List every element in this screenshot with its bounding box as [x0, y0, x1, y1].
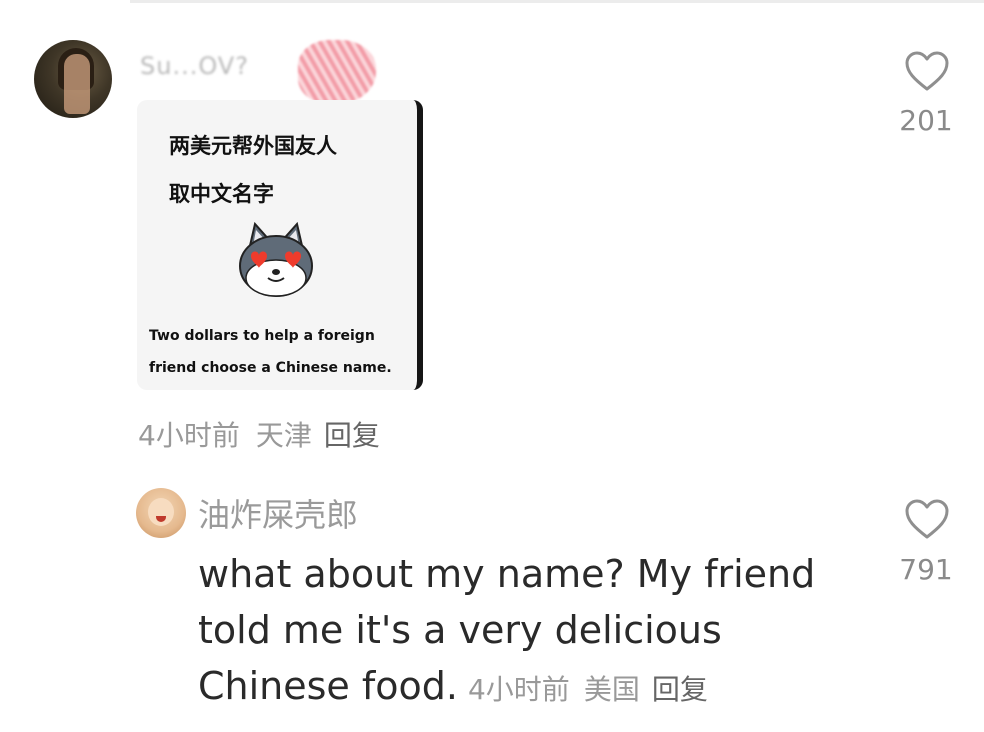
like-count: 201	[899, 104, 953, 137]
card-title-line-2: 取中文名字	[169, 182, 274, 206]
comment-meta: 4小时前 美国 回复	[468, 673, 708, 706]
comment-text: what about my name? My friend told me it…	[198, 546, 878, 718]
comment-time: 4小时前	[467, 673, 570, 706]
comment-meta: 4小时前 天津 回复	[138, 414, 380, 454]
image-sticker-card[interactable]: 两美元帮外国友人 取中文名字 Two dollars to help a for…	[137, 100, 423, 390]
username[interactable]: Su...OV?	[140, 52, 249, 80]
comment-location: 天津	[255, 419, 312, 452]
heart-outline-icon[interactable]	[904, 498, 950, 540]
top-divider	[130, 0, 984, 3]
redaction-scribble	[298, 40, 376, 104]
avatar[interactable]	[136, 488, 186, 538]
card-english-line-2: friend choose a Chinese name.	[149, 360, 392, 376]
heart-outline-icon[interactable]	[904, 50, 950, 92]
reply-button[interactable]: 回复	[324, 419, 380, 452]
dog-heart-eyes-icon	[239, 221, 313, 297]
comment-time: 4小时前	[138, 419, 240, 452]
username[interactable]: 油炸屎壳郎	[198, 490, 358, 536]
avatar-figure	[64, 54, 90, 114]
comment-location: 美国	[583, 673, 640, 706]
avatar[interactable]	[34, 40, 112, 118]
reply-button[interactable]: 回复	[652, 673, 708, 706]
like-count: 791	[899, 553, 953, 586]
card-title-line-1: 两美元帮外国友人	[169, 134, 337, 158]
card-english-line-1: Two dollars to help a foreign	[149, 328, 375, 344]
